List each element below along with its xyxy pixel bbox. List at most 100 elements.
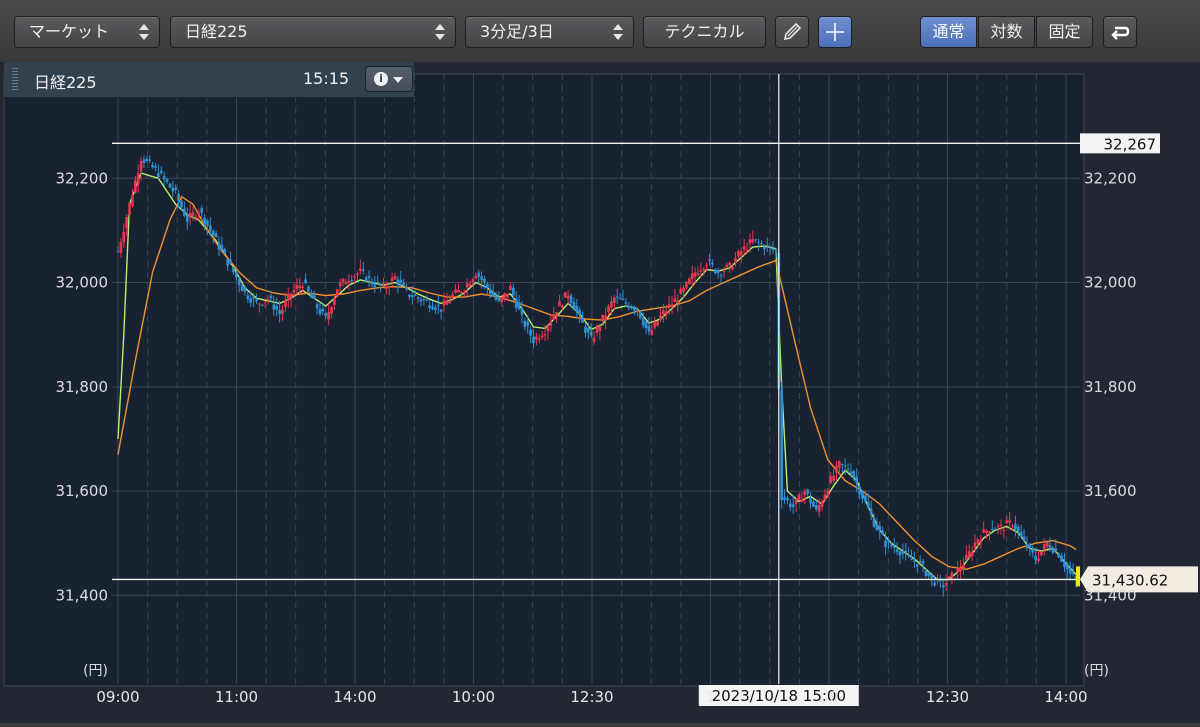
candle-body — [656, 321, 659, 326]
candle-body — [713, 269, 717, 274]
candle-body — [511, 287, 515, 296]
candle-body — [791, 504, 795, 508]
candle-body — [194, 216, 198, 218]
candle-body — [1048, 545, 1052, 549]
candle-body — [1040, 551, 1043, 556]
candle-body — [327, 311, 330, 320]
candle-body — [581, 318, 584, 323]
candle-body — [434, 307, 437, 310]
candle-body — [243, 286, 247, 292]
candle-body — [491, 291, 495, 296]
candle-body — [393, 276, 397, 280]
candle-body — [636, 308, 639, 311]
candle-body — [693, 272, 697, 277]
technical-button[interactable]: テクニカル — [643, 16, 766, 48]
candle-body — [719, 275, 723, 277]
candle-body — [650, 330, 654, 335]
last-price-marker — [1076, 566, 1080, 587]
candle-body — [1037, 558, 1040, 562]
x-tick-label: 12:30 — [926, 688, 969, 706]
scale-mode-label: 対数 — [990, 22, 1023, 41]
candle-body — [936, 577, 939, 579]
candle-body — [1008, 520, 1011, 523]
candle-body — [682, 287, 685, 292]
candle-body — [174, 187, 178, 190]
candle-body — [272, 304, 276, 310]
candle-body — [298, 285, 302, 289]
x-tick-label: 09:00 — [96, 688, 139, 706]
candle-body — [630, 306, 633, 309]
chart-area: 32,267 31,430.62 2023/10/18 15:00 31,400 31… — [0, 62, 1200, 723]
candle-body — [618, 298, 622, 300]
candle-body — [324, 313, 328, 316]
candle-body — [699, 270, 703, 272]
candle-body — [405, 286, 408, 290]
candle-body — [601, 314, 605, 322]
candle-body — [408, 294, 411, 297]
scale-mode-fixed[interactable]: 固定 — [1036, 16, 1093, 48]
candle-body — [878, 526, 882, 531]
candle-body — [659, 315, 662, 321]
candle-body — [728, 262, 732, 266]
market-select[interactable]: マーケット — [14, 16, 160, 48]
candle-body — [933, 582, 936, 586]
candle-body — [745, 249, 749, 252]
candle-body — [552, 314, 556, 320]
candle-body — [797, 494, 801, 500]
x-tick-label: 14:00 — [1044, 688, 1087, 706]
candle-body — [402, 282, 405, 286]
candle-body — [310, 292, 313, 298]
interval-select[interactable]: 3分足/3日 — [465, 16, 634, 48]
candle-body — [214, 233, 218, 238]
candle-body — [685, 281, 688, 288]
scale-mode-log[interactable]: 対数 — [978, 16, 1035, 48]
candle-body — [315, 304, 319, 309]
candle-body — [321, 308, 325, 312]
candle-body — [918, 561, 922, 563]
candle-body — [500, 297, 504, 302]
candle-body — [783, 496, 786, 500]
drag-handle-icon[interactable] — [12, 68, 18, 92]
candle-body — [967, 551, 971, 558]
candle-body — [555, 312, 558, 317]
candle-body — [428, 305, 431, 309]
candle-body — [667, 304, 671, 309]
candle-body — [598, 326, 602, 332]
candle-body — [742, 246, 746, 250]
y-tick-label-right: 31,800 — [1084, 378, 1137, 396]
info-menu-button[interactable]: i — [365, 66, 413, 92]
candle-body — [627, 305, 631, 309]
candle-body — [425, 299, 429, 301]
candle-body — [488, 289, 492, 294]
symbol-select-label: 日経225 — [185, 22, 248, 41]
candle-body — [416, 297, 420, 299]
candle-body — [592, 337, 596, 342]
candle-body — [229, 259, 232, 264]
candle-body — [993, 528, 997, 530]
candle-body — [829, 476, 833, 483]
candle-body — [159, 170, 163, 173]
candle-body — [286, 293, 290, 301]
candle-body — [976, 539, 980, 545]
candle-body — [258, 303, 261, 305]
candle-body — [419, 299, 423, 302]
candle-body — [353, 276, 356, 278]
candle-body — [1071, 572, 1075, 575]
candle-body — [861, 491, 864, 499]
candle-body — [673, 298, 677, 303]
candle-body — [846, 468, 850, 471]
y-unit-label-left: (円) — [83, 663, 108, 679]
y-unit-label-right: (円) — [1084, 663, 1109, 679]
crosshair-button[interactable] — [818, 16, 852, 48]
candle-body — [347, 280, 351, 283]
candle-body — [333, 297, 336, 305]
price-chart[interactable]: 32,26731,430.622023/10/18 15:00 31,400 31… — [0, 62, 1200, 723]
candle-body — [809, 497, 812, 504]
candle-body — [754, 239, 758, 241]
draw-tool-button[interactable] — [775, 16, 809, 48]
symbol-select[interactable]: 日経225 — [170, 16, 456, 48]
candle-body — [301, 286, 304, 288]
scale-mode-normal[interactable]: 通常 — [920, 16, 977, 48]
candle-body — [148, 159, 152, 161]
undo-button[interactable] — [1103, 16, 1137, 48]
